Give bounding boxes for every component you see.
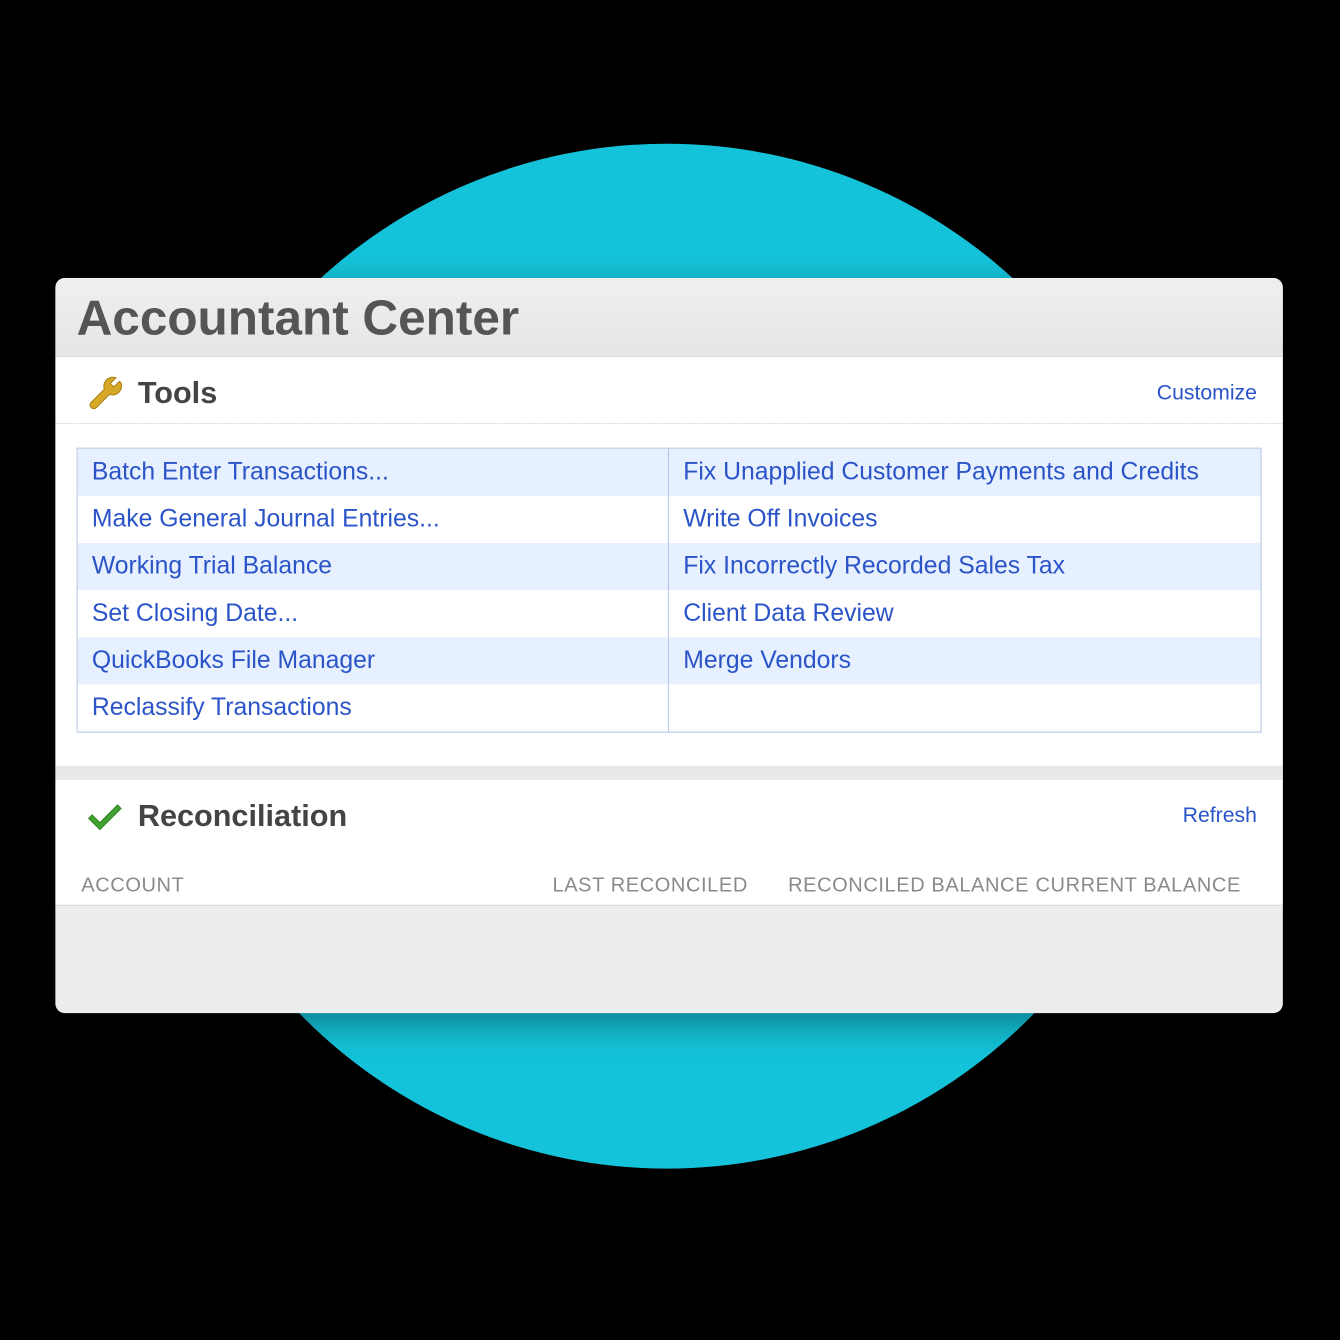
col-last-reconciled: LAST RECONCILED	[552, 874, 788, 898]
tool-reclassify-transactions[interactable]: Reclassify Transactions	[78, 684, 669, 731]
accountant-center-window: Accountant Center Tools Customize	[55, 278, 1282, 1013]
tool-client-data-review[interactable]: Client Data Review	[669, 590, 1260, 637]
tools-panel: Tools Customize Batch Enter Transactions…	[55, 357, 1282, 766]
tools-row: Reclassify Transactions	[78, 684, 1261, 731]
tool-make-journal-entries[interactable]: Make General Journal Entries...	[78, 496, 669, 543]
col-reconciled-balance: RECONCILED BALANCE	[788, 874, 1035, 898]
window-title: Accountant Center	[55, 278, 1282, 357]
tools-body: Batch Enter Transactions... Fix Unapplie…	[55, 424, 1282, 766]
tool-file-manager[interactable]: QuickBooks File Manager	[78, 637, 669, 684]
panel-separator	[55, 766, 1282, 780]
reconciliation-panel-header: Reconciliation Refresh	[55, 780, 1282, 846]
reconciliation-panel: Reconciliation Refresh ACCOUNT LAST RECO…	[55, 780, 1282, 906]
reconciliation-column-headers: ACCOUNT LAST RECONCILED RECONCILED BALAN…	[55, 846, 1282, 906]
tool-fix-unapplied-payments[interactable]: Fix Unapplied Customer Payments and Cred…	[669, 449, 1260, 496]
tool-merge-vendors[interactable]: Merge Vendors	[669, 637, 1260, 684]
tool-fix-sales-tax[interactable]: Fix Incorrectly Recorded Sales Tax	[669, 543, 1260, 590]
tools-title: Tools	[138, 374, 217, 411]
tool-empty-cell	[669, 684, 1260, 731]
tools-grid: Batch Enter Transactions... Fix Unapplie…	[77, 448, 1262, 733]
tools-row: Make General Journal Entries... Write Of…	[78, 496, 1261, 543]
tools-row: Set Closing Date... Client Data Review	[78, 590, 1261, 637]
wrench-icon	[81, 369, 128, 416]
tool-batch-enter-transactions[interactable]: Batch Enter Transactions...	[78, 449, 669, 496]
col-account: ACCOUNT	[81, 874, 552, 898]
col-current-balance: CURRENT BALANCE	[1035, 874, 1256, 898]
tools-row: Batch Enter Transactions... Fix Unapplie…	[78, 449, 1261, 496]
tools-panel-header: Tools Customize	[55, 357, 1282, 424]
tools-row: QuickBooks File Manager Merge Vendors	[78, 637, 1261, 684]
reconciliation-title: Reconciliation	[138, 797, 347, 834]
tool-write-off-invoices[interactable]: Write Off Invoices	[669, 496, 1260, 543]
checkmark-icon	[81, 792, 128, 839]
tool-set-closing-date[interactable]: Set Closing Date...	[78, 590, 669, 637]
refresh-link[interactable]: Refresh	[1183, 803, 1257, 828]
tools-row: Working Trial Balance Fix Incorrectly Re…	[78, 543, 1261, 590]
customize-link[interactable]: Customize	[1157, 380, 1257, 405]
tool-working-trial-balance[interactable]: Working Trial Balance	[78, 543, 669, 590]
